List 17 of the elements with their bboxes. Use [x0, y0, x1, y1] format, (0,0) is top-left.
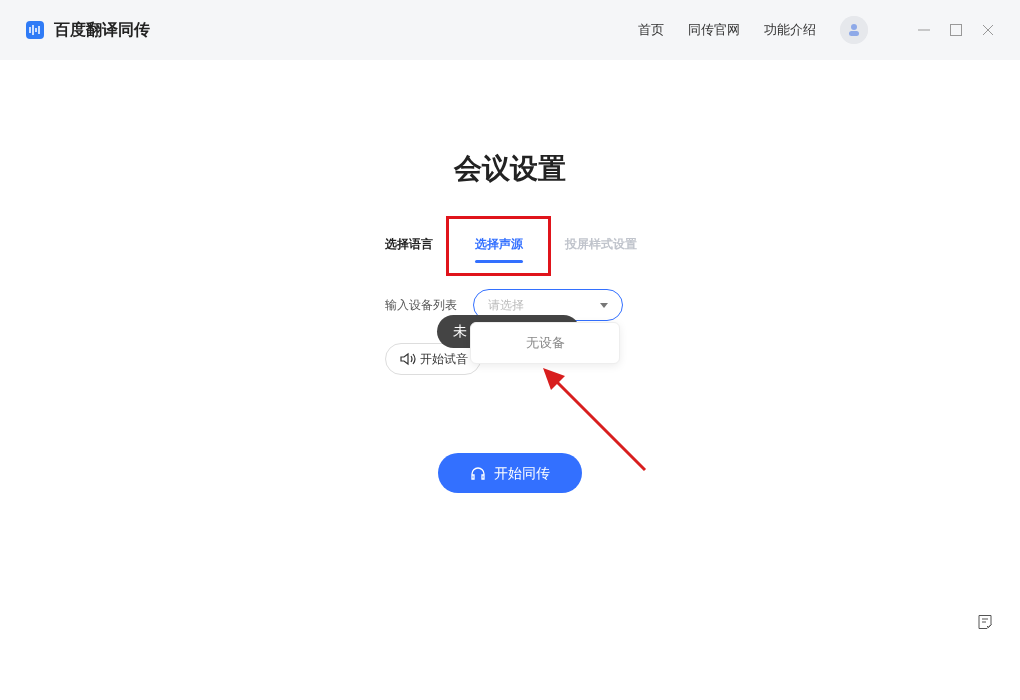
- page-heading: 会议设置: [453, 151, 567, 187]
- dropdown-option[interactable]: 无设备: [470, 322, 620, 364]
- app-title: 百度翻译同传: [54, 19, 150, 41]
- nav-link[interactable]: 功能介绍: [764, 20, 816, 40]
- headphones-icon: [470, 465, 486, 481]
- logo-icon: [24, 19, 46, 41]
- tab[interactable]: 选择声源: [475, 235, 523, 263]
- start-interpretation-button[interactable]: 开始同传: [438, 453, 582, 493]
- tab[interactable]: 选择语言: [385, 235, 433, 263]
- nav-link[interactable]: 首页: [638, 20, 664, 40]
- maximize-icon[interactable]: [948, 22, 964, 38]
- speaker-icon: [400, 352, 416, 366]
- field-label: 输入设备列表: [385, 297, 457, 314]
- caret-icon: [600, 302, 608, 308]
- feedback-icon[interactable]: [977, 614, 993, 630]
- close-icon[interactable]: [980, 22, 996, 38]
- nav-link[interactable]: 同传官网: [688, 20, 740, 40]
